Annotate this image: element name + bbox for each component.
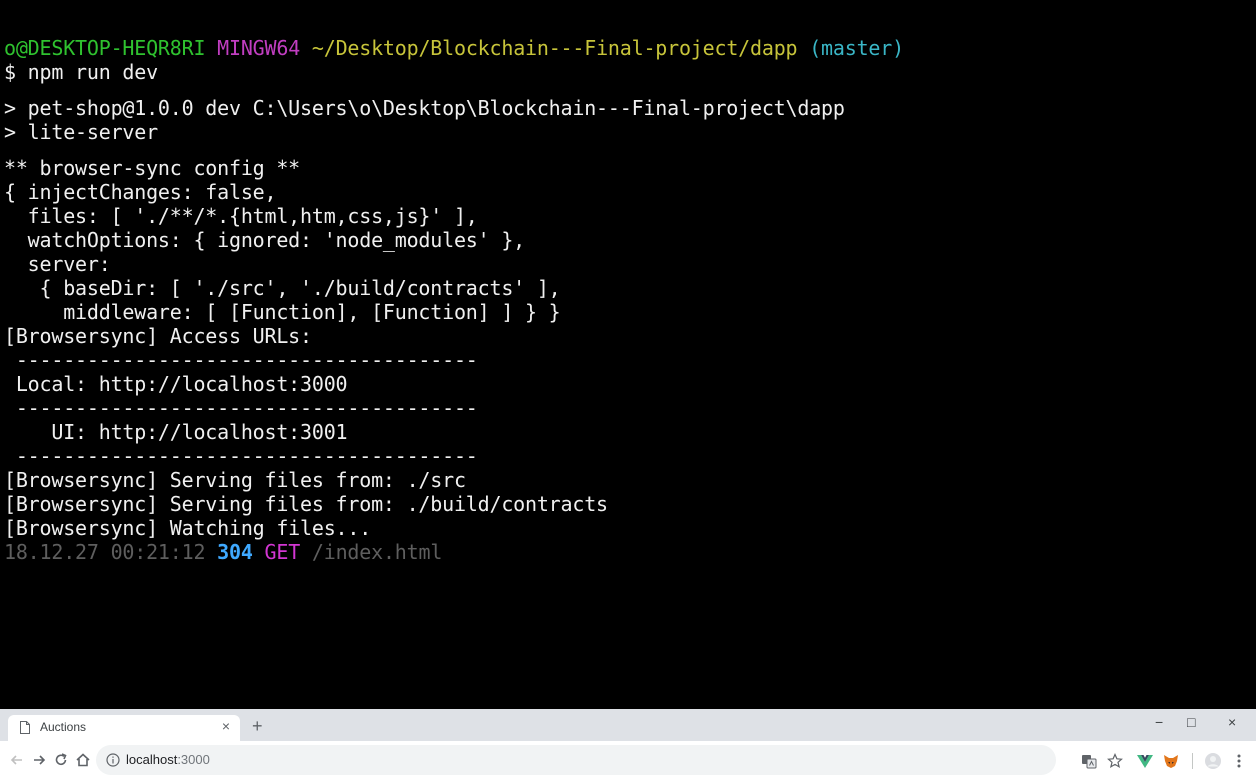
serving-line: [Browsersync] Serving files from: ./buil…	[4, 492, 608, 516]
config-line: ** browser-sync config **	[4, 156, 301, 180]
tab-auctions[interactable]: Auctions ×	[8, 715, 240, 741]
info-icon[interactable]	[106, 753, 120, 767]
prompt-line: o@DESKTOP-HEQR8RI MINGW64 ~/Desktop/Bloc…	[4, 36, 904, 60]
local-url-line: Local: http://localhost:3000	[4, 372, 348, 396]
npm-script-command: > lite-server	[4, 120, 158, 144]
prompt-path: ~/Desktop/Blockchain---Final-project/dap…	[311, 36, 798, 60]
config-line: middleware: [ [Function], [Function] ] }…	[4, 300, 561, 324]
config-line: files: [ './**/*.{html,htm,css,js}' ],	[4, 204, 478, 228]
access-urls-header: [Browsersync] Access URLs:	[4, 324, 312, 348]
npm-script-line: > pet-shop@1.0.0 dev C:\Users\o\Desktop\…	[4, 96, 845, 120]
browser-toolbar: localhost:3000	[0, 741, 1256, 781]
config-line: server:	[4, 252, 111, 276]
url-port: :3000	[177, 752, 210, 767]
toolbar-separator	[1192, 753, 1193, 769]
menu-kebab-icon[interactable]	[1230, 752, 1248, 770]
request-log-line: 18.12.27 00:21:12 304 GET /index.html	[4, 540, 442, 564]
browser-window: Auctions × + − □ × localhost:3000	[0, 709, 1256, 781]
log-method: GET	[264, 540, 301, 564]
tab-close-icon[interactable]: ×	[222, 718, 230, 734]
serving-line: [Browsersync] Serving files from: ./src	[4, 468, 466, 492]
ui-url-line: UI: http://localhost:3001	[4, 420, 348, 444]
tab-title: Auctions	[40, 720, 87, 734]
page-icon	[20, 721, 30, 734]
config-line: { injectChanges: false,	[4, 180, 277, 204]
url-host: localhost	[126, 752, 178, 767]
forward-icon[interactable]	[30, 751, 48, 769]
config-line: watchOptions: { ignored: 'node_modules' …	[4, 228, 526, 252]
prompt-branch: (master)	[809, 36, 904, 60]
home-icon[interactable]	[74, 751, 92, 769]
command-line: $ npm run dev	[4, 60, 158, 84]
divider-line: ---------------------------------------	[4, 444, 478, 468]
reload-icon[interactable]	[52, 751, 70, 769]
restore-button[interactable]: □	[1187, 714, 1195, 730]
profile-avatar-icon[interactable]	[1204, 752, 1222, 770]
terminal-window[interactable]: o@DESKTOP-HEQR8RI MINGW64 ~/Desktop/Bloc…	[0, 0, 1256, 709]
tab-strip: Auctions × + − □ ×	[0, 709, 1256, 741]
log-status: 304	[217, 540, 253, 564]
vue-devtools-icon[interactable]	[1136, 752, 1154, 770]
minimize-button[interactable]: −	[1155, 714, 1163, 730]
translate-icon[interactable]	[1080, 752, 1098, 770]
prompt-user-host: o@DESKTOP-HEQR8RI	[4, 36, 206, 60]
config-line: { baseDir: [ './src', './build/contracts…	[4, 276, 561, 300]
back-icon[interactable]	[8, 751, 26, 769]
watching-line: [Browsersync] Watching files...	[4, 516, 372, 540]
new-tab-button[interactable]: +	[252, 717, 263, 735]
url-text: localhost:3000	[126, 752, 210, 767]
prompt-env: MINGW64	[217, 36, 301, 60]
log-path: /index.html	[311, 540, 443, 564]
close-window-button[interactable]: ×	[1228, 714, 1236, 730]
bookmark-star-icon[interactable]	[1106, 752, 1124, 770]
metamask-fox-icon[interactable]	[1162, 752, 1180, 770]
divider-line: ---------------------------------------	[4, 396, 478, 420]
divider-line: ---------------------------------------	[4, 348, 478, 372]
address-bar[interactable]: localhost:3000	[96, 745, 1056, 775]
log-timestamp: 18.12.27 00:21:12	[4, 540, 206, 564]
screen: o@DESKTOP-HEQR8RI MINGW64 ~/Desktop/Bloc…	[0, 0, 1256, 781]
